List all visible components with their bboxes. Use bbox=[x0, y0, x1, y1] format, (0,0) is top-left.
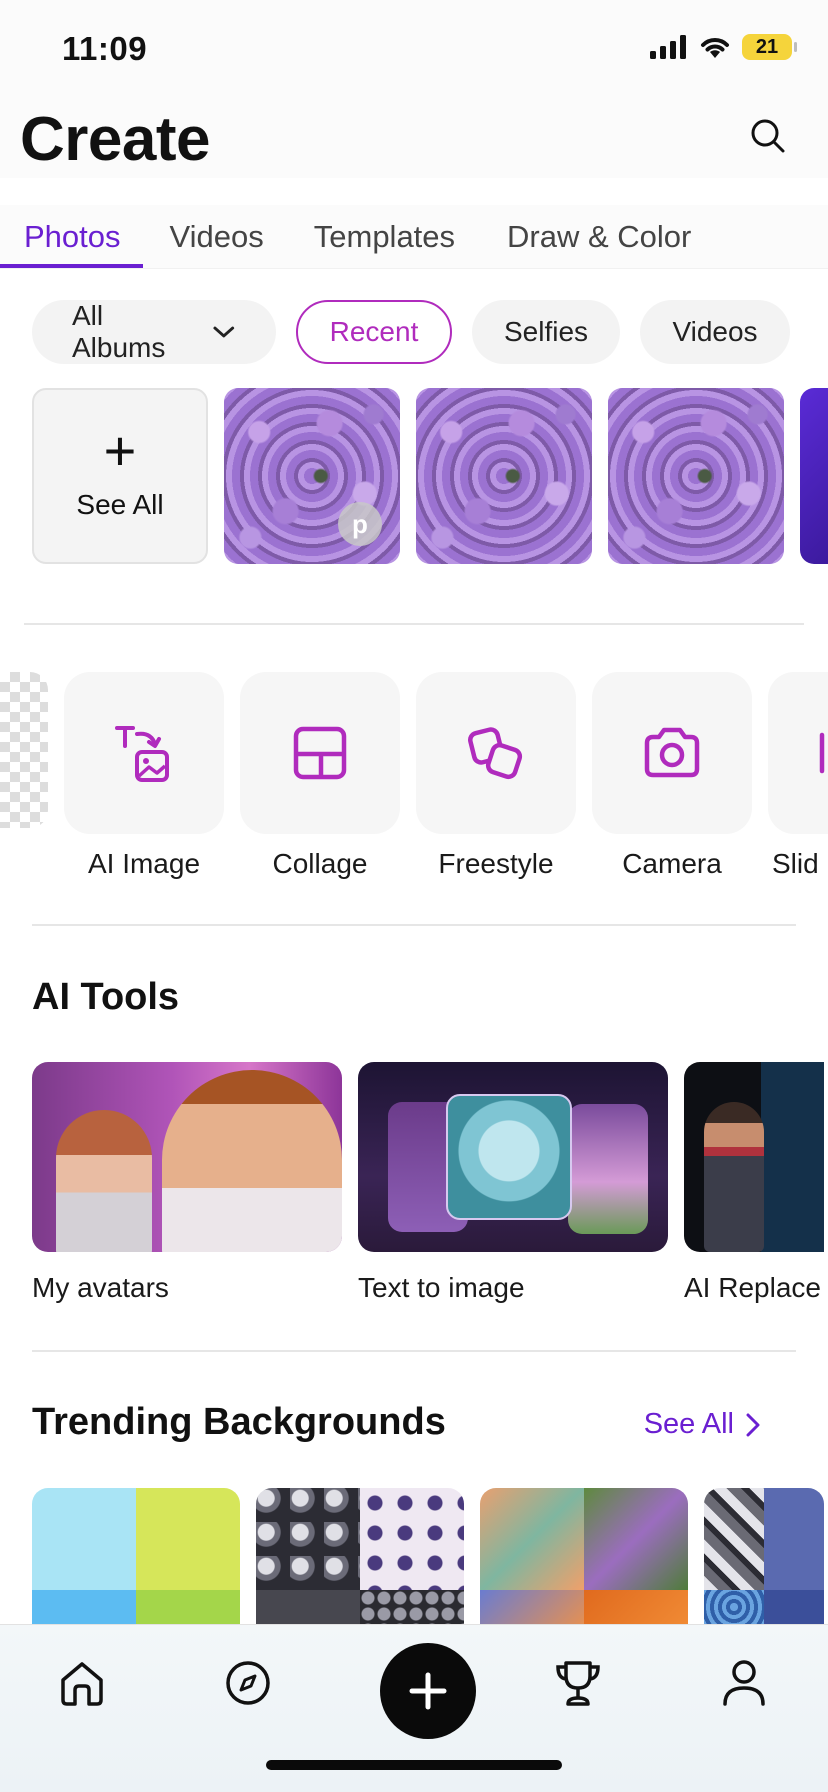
section-title-trending-backgrounds: Trending Backgrounds bbox=[32, 1401, 446, 1443]
status-bar: 11:09 21 bbox=[0, 0, 828, 100]
picsart-badge-icon: p bbox=[338, 502, 382, 546]
filter-selfies[interactable]: Selfies bbox=[472, 300, 620, 364]
ai-tool-my-avatars[interactable]: My avatars bbox=[32, 1062, 342, 1304]
photo-thumbnail[interactable] bbox=[800, 388, 828, 564]
nav-profile[interactable] bbox=[712, 1651, 776, 1715]
ai-tool-label: Text to image bbox=[358, 1272, 525, 1303]
photo-thumbnail[interactable] bbox=[416, 388, 592, 564]
ai-tool-label: AI Replace bbox=[684, 1272, 821, 1303]
divider bbox=[32, 924, 796, 926]
background-tile[interactable] bbox=[256, 1488, 464, 1624]
home-indicator bbox=[266, 1760, 562, 1770]
transparent-checker-icon bbox=[0, 672, 48, 828]
home-icon bbox=[61, 1662, 103, 1706]
tab-videos[interactable]: Videos bbox=[146, 205, 286, 267]
slideshow-icon bbox=[819, 732, 825, 774]
background-tile[interactable] bbox=[480, 1488, 688, 1624]
page-header: Create bbox=[0, 100, 828, 178]
album-filters: All Albums Recent Selfies Videos bbox=[32, 300, 790, 364]
background-tile[interactable] bbox=[704, 1488, 824, 1624]
all-albums-label: All Albums bbox=[72, 300, 166, 363]
tab-photos[interactable]: Photos bbox=[0, 205, 143, 268]
photo-thumbnail[interactable] bbox=[608, 388, 784, 564]
tool-freestyle[interactable]: Freestyle bbox=[416, 672, 576, 880]
avatars-preview-image bbox=[32, 1062, 342, 1252]
tab-templates[interactable]: Templates bbox=[290, 205, 477, 267]
collage-icon bbox=[293, 726, 347, 780]
divider bbox=[24, 623, 804, 625]
see-all-photos-button[interactable]: + See All bbox=[32, 388, 208, 564]
search-icon bbox=[751, 119, 785, 153]
background-tile[interactable] bbox=[32, 1488, 240, 1624]
nav-home[interactable] bbox=[50, 1651, 114, 1715]
profile-icon bbox=[723, 1660, 765, 1706]
plus-icon: + bbox=[103, 419, 137, 482]
tool-camera[interactable]: Camera bbox=[592, 672, 752, 880]
ai-tool-ai-replace[interactable]: AI Replace bbox=[684, 1062, 824, 1304]
tool-label: Slid bbox=[772, 848, 819, 879]
see-all-label: See All bbox=[643, 1408, 734, 1440]
tab-draw-and-color[interactable]: Draw & Color bbox=[483, 205, 713, 267]
status-icons: 21 bbox=[650, 34, 797, 60]
text-to-image-preview-image bbox=[358, 1062, 668, 1252]
nav-challenges[interactable] bbox=[546, 1651, 610, 1715]
page-title: Create bbox=[20, 105, 211, 174]
tool-label: AI Image bbox=[87, 848, 201, 879]
photo-thumbnail[interactable]: p bbox=[224, 388, 400, 564]
trending-see-all-link[interactable]: See All bbox=[644, 1408, 760, 1441]
camera-icon bbox=[644, 727, 700, 778]
create-plus-icon bbox=[409, 1672, 447, 1710]
all-albums-dropdown[interactable]: All Albums bbox=[32, 300, 276, 364]
search-button[interactable] bbox=[748, 116, 788, 156]
filter-videos[interactable]: Videos bbox=[640, 300, 790, 364]
section-title-ai-tools: AI Tools bbox=[32, 976, 180, 1018]
wifi-icon bbox=[701, 38, 729, 58]
freestyle-icon bbox=[468, 727, 523, 780]
divider bbox=[32, 1350, 796, 1352]
status-time: 11:09 bbox=[62, 30, 148, 67]
nav-explore[interactable] bbox=[216, 1651, 280, 1715]
ai-tools-row: My avatars Text to image AI Replace bbox=[32, 1062, 824, 1304]
cellular-signal-icon bbox=[650, 35, 686, 59]
tool-transparent[interactable]: k bbox=[0, 672, 48, 880]
tool-label: Collage bbox=[272, 848, 368, 879]
create-tools-row: k AI Image Collage bbox=[0, 672, 828, 882]
tool-label: Camera bbox=[622, 848, 722, 879]
chevron-down-icon bbox=[213, 326, 235, 338]
recent-photos: + See All p bbox=[32, 388, 828, 564]
ai-tool-text-to-image[interactable]: Text to image bbox=[358, 1062, 668, 1304]
tool-slideshow[interactable]: Slid bbox=[768, 672, 828, 880]
text-to-image-icon bbox=[115, 726, 169, 782]
ai-tool-label: My avatars bbox=[32, 1272, 169, 1303]
tool-label: Freestyle bbox=[438, 848, 554, 879]
category-tabs: Photos Videos Templates Draw & Color bbox=[0, 205, 828, 269]
trending-backgrounds-row bbox=[32, 1488, 824, 1624]
ai-replace-preview-image bbox=[684, 1062, 824, 1252]
trophy-icon bbox=[556, 1661, 600, 1706]
tool-ai-image[interactable]: AI Image bbox=[64, 672, 224, 880]
battery-indicator: 21 bbox=[742, 34, 797, 60]
filter-recent[interactable]: Recent bbox=[296, 300, 452, 364]
nav-create-button[interactable] bbox=[380, 1643, 476, 1739]
explore-icon bbox=[226, 1661, 270, 1705]
chevron-right-icon bbox=[746, 1413, 760, 1436]
tool-collage[interactable]: Collage bbox=[240, 672, 400, 880]
see-all-photos-label: See All bbox=[76, 489, 164, 520]
